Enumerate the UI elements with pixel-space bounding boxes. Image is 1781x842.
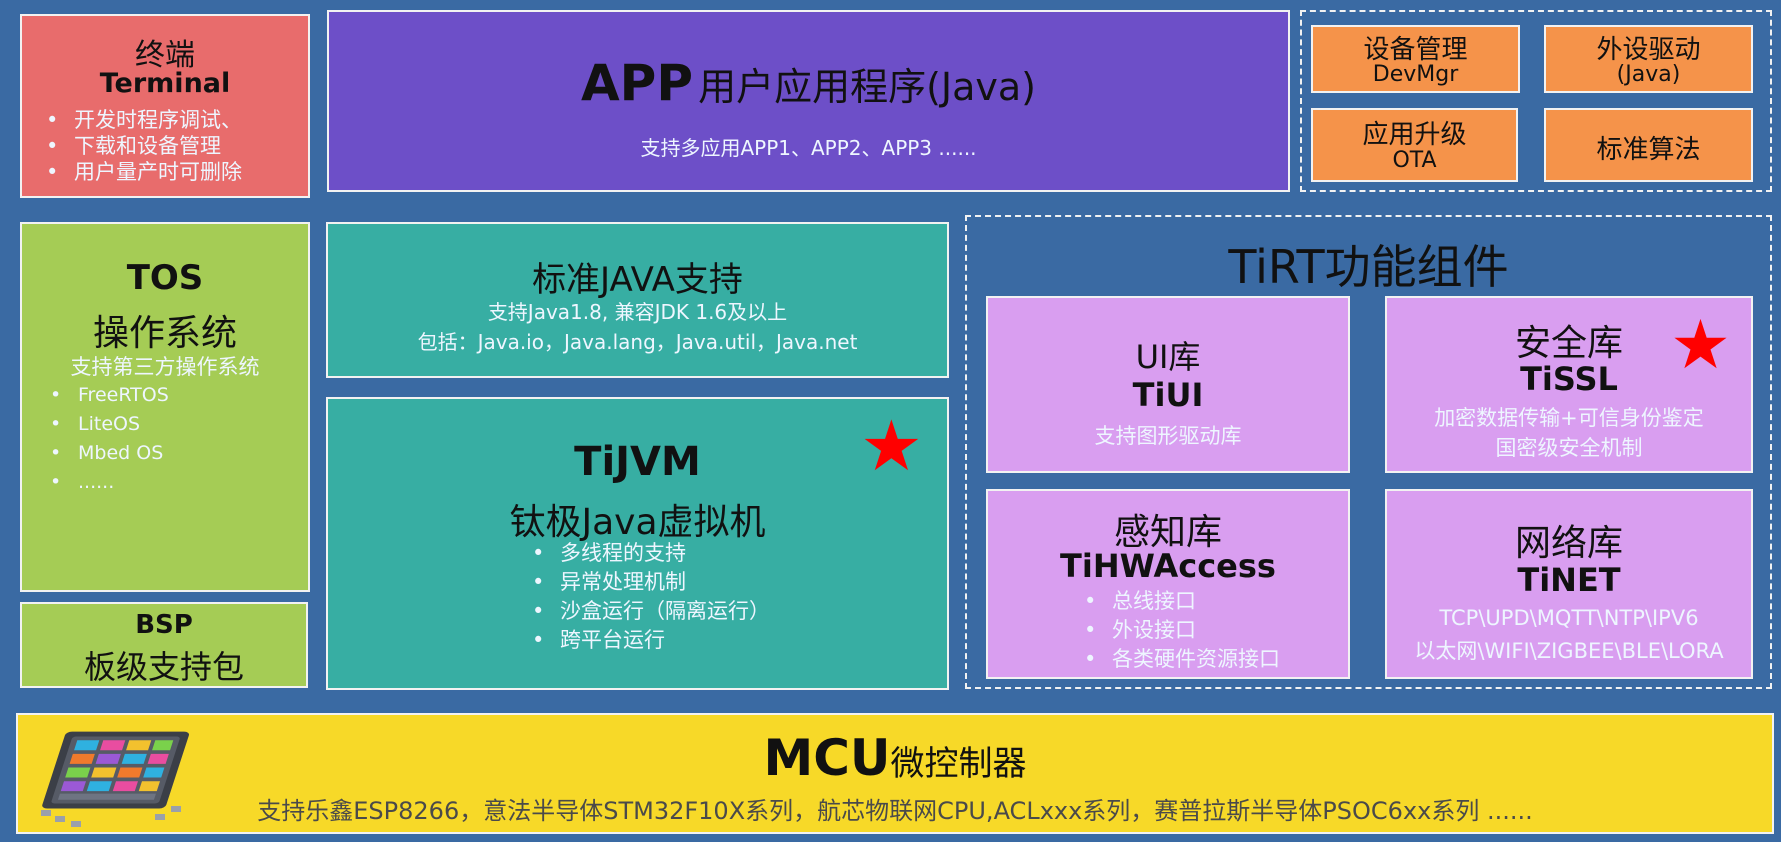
tissl-box: 安全库 TiSSL 加密数据传输+可信身份鉴定 国密级安全机制 ★ [1385, 296, 1753, 473]
driver-en: (Java) [1616, 62, 1681, 87]
terminal-bullets: 开发时程序调试、 下载和设备管理 用户量产时可删除 [40, 107, 242, 185]
mcu-desc: 支持乐鑫ESP8266，意法半导体STM32F10X系列，航芯物联网CPU,AC… [257, 797, 1533, 825]
tinet-desc2: 以太网\WIFI\ZIGBEE\BLE\LORA [1414, 639, 1724, 663]
tihwaccess-box: 感知库 TiHWAccess 总线接口 外设接口 各类硬件资源接口 [986, 489, 1350, 679]
algo-box: 标准算法 [1544, 108, 1753, 182]
tihwaccess-item: 各类硬件资源接口 [1078, 645, 1280, 674]
algo-label: 标准算法 [1596, 135, 1701, 165]
java-title: 标准JAVA支持 [532, 260, 743, 300]
java-line1: 支持Java1.8, 兼容JDK 1.6及以上 [487, 300, 788, 324]
tijvm-feature: 异常处理机制 [526, 568, 770, 597]
tissl-desc2: 国密级安全机制 [1495, 436, 1643, 460]
tiui-desc: 支持图形驱动库 [1094, 424, 1242, 448]
tijvm-title-cn: 钛极Java虚拟机 [509, 502, 766, 543]
tos-os-list: FreeRTOS LiteOS Mbed OS ...... [44, 381, 169, 497]
mcu-title-cn: 微控制器 [890, 744, 1027, 784]
java-line2: 包括：Java.io，Java.lang，Java.util，Java.net [417, 330, 858, 354]
tos-os-item: LiteOS [44, 410, 169, 439]
terminal-title-en: Terminal [99, 68, 231, 99]
tijvm-feature-list: 多线程的支持 异常处理机制 沙盒运行（隔离运行） 跨平台运行 [526, 539, 770, 655]
tinet-box: 网络库 TiNET TCP\UPD\MQTT\NTP\IPV6 以太网\WIFI… [1385, 489, 1753, 679]
tiui-box: UI库 TiUI 支持图形驱动库 [986, 296, 1350, 473]
bsp-title-cn: 板级支持包 [83, 648, 244, 686]
tijvm-feature: 沙盒运行（隔离运行） [526, 597, 770, 626]
ota-en: OTA [1392, 148, 1437, 173]
tos-os-item: ...... [44, 468, 169, 497]
tiui-cn: UI库 [1135, 338, 1201, 376]
tos-title-en: TOS [126, 258, 204, 298]
mcu-title: MCU微控制器 [18, 729, 1772, 787]
terminal-bullet: 开发时程序调试、 [40, 107, 242, 133]
tos-box: TOS 操作系统 支持第三方操作系统 FreeRTOS LiteOS Mbed … [20, 222, 310, 592]
app-box: APP 用户应用程序(Java) 支持多应用APP1、APP2、APP3 ...… [327, 10, 1290, 192]
terminal-bullet: 用户量产时可删除 [40, 159, 242, 185]
devmgr-box: 设备管理 DevMgr [1311, 25, 1520, 93]
tos-title-cn: 操作系统 [92, 313, 237, 354]
mcu-box: MCU微控制器 支持乐鑫ESP8266，意法半导体STM32F10X系列，航芯物… [16, 713, 1774, 834]
ota-box: 应用升级 OTA [1311, 108, 1518, 182]
tos-os-item: FreeRTOS [44, 381, 169, 410]
driver-box: 外设驱动 (Java) [1544, 25, 1753, 93]
tijvm-feature: 多线程的支持 [526, 539, 770, 568]
bsp-title-en: BSP [135, 610, 193, 640]
tijvm-box: TiJVM 钛极Java虚拟机 多线程的支持 异常处理机制 沙盒运行（隔离运行）… [326, 397, 949, 690]
app-title: APP 用户应用程序(Java) [329, 54, 1288, 112]
driver-cn: 外设驱动 [1596, 35, 1701, 65]
tissl-desc1: 加密数据传输+可信身份鉴定 [1434, 406, 1704, 430]
tos-os-item: Mbed OS [44, 439, 169, 468]
star-icon: ★ [860, 405, 923, 487]
tihwaccess-item: 外设接口 [1078, 616, 1280, 645]
devmgr-en: DevMgr [1372, 62, 1459, 87]
tinet-en: TiNET [1517, 561, 1621, 599]
bsp-box: BSP 板级支持包 [20, 602, 308, 688]
tos-subtitle: 支持第三方操作系统 [70, 355, 260, 379]
devmgr-cn: 设备管理 [1363, 35, 1468, 65]
terminal-box: 终端 Terminal 开发时程序调试、 下载和设备管理 用户量产时可删除 [20, 14, 310, 198]
ota-cn: 应用升级 [1362, 120, 1467, 150]
tijvm-feature: 跨平台运行 [526, 626, 770, 655]
app-title-en: APP [580, 54, 693, 112]
tinet-desc1: TCP\UPD\MQTT\NTP\IPV6 [1439, 606, 1699, 630]
tihwaccess-item: 总线接口 [1078, 587, 1280, 616]
tijvm-title-en: TiJVM [574, 439, 701, 485]
app-title-cn: 用户应用程序(Java) [698, 65, 1036, 109]
star-icon: ★ [1670, 306, 1731, 385]
chip-icon [41, 731, 190, 827]
terminal-bullet-cont: 下载和设备管理 [40, 133, 242, 159]
tihwaccess-list: 总线接口 外设接口 各类硬件资源接口 [1078, 587, 1280, 674]
tiui-en: TiUI [1132, 376, 1204, 414]
tihwaccess-en: TiHWAccess [1060, 547, 1276, 585]
tirt-title: TiRT功能组件 [1228, 240, 1509, 294]
mcu-title-en: MCU [763, 729, 891, 787]
tinet-cn: 网络库 [1514, 523, 1623, 564]
app-subtitle: 支持多应用APP1、APP2、APP3 ...... [640, 136, 977, 160]
java-box: 标准JAVA支持 支持Java1.8, 兼容JDK 1.6及以上 包括：Java… [326, 222, 949, 378]
